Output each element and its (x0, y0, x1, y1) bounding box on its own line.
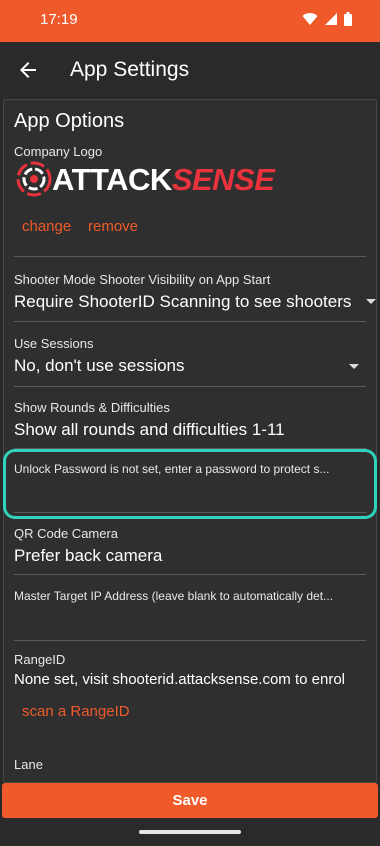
logo-sense-text: SENSE (171, 161, 275, 197)
status-bar: 17:19 (0, 0, 380, 42)
divider (14, 574, 366, 575)
lane-label: Lane (14, 757, 43, 772)
company-logo-label: Company Logo (14, 144, 103, 159)
logo-attack-text: ATTACK (52, 161, 172, 197)
divider (14, 321, 366, 322)
section-title: App Options (14, 110, 125, 132)
save-button-label: Save (172, 792, 208, 809)
back-arrow-icon[interactable] (16, 58, 40, 82)
qr-camera-value: Prefer back camera (14, 546, 163, 565)
remove-logo-button[interactable]: remove (88, 218, 138, 235)
rounds-value: Show all rounds and difficulties 1-11 (14, 420, 285, 439)
range-id-value: None set, visit shooterid.attacksense.co… (14, 671, 345, 688)
scan-range-id-button[interactable]: scan a RangeID (22, 703, 130, 720)
status-time: 17:19 (40, 11, 78, 28)
settings-panel[interactable]: App Options Company Logo ATTACK SENSE cha… (3, 99, 377, 783)
master-ip-label: Master Target IP Address (leave blank to… (14, 589, 334, 603)
shooter-mode-label: Shooter Mode Shooter Visibility on App S… (14, 272, 271, 287)
divider (14, 386, 366, 387)
qr-camera-label: QR Code Camera (14, 526, 119, 541)
wifi-icon (302, 13, 318, 25)
divider (14, 256, 366, 257)
change-logo-button[interactable]: change (22, 218, 71, 235)
shooter-mode-value: Require ShooterID Scanning to see shoote… (14, 292, 352, 311)
sessions-label: Use Sessions (14, 336, 94, 351)
signal-icon (325, 13, 337, 25)
company-logo: ATTACK SENSE (16, 160, 275, 198)
target-logo-icon (16, 161, 52, 197)
dropdown-caret-icon (349, 364, 359, 369)
page-title: App Settings (70, 58, 190, 81)
dropdown-caret-icon (366, 299, 376, 304)
save-button[interactable]: Save (2, 783, 378, 818)
status-icons (302, 12, 352, 26)
rounds-label: Show Rounds & Difficulties (14, 400, 170, 415)
sessions-value: No, don't use sessions (14, 356, 185, 375)
app-bar: App Settings (0, 42, 380, 98)
system-nav-bar (0, 818, 380, 846)
focus-highlight (3, 449, 377, 519)
home-indicator[interactable] (139, 830, 241, 834)
divider (14, 640, 366, 641)
battery-icon (344, 12, 352, 26)
range-id-label: RangeID (14, 652, 66, 667)
